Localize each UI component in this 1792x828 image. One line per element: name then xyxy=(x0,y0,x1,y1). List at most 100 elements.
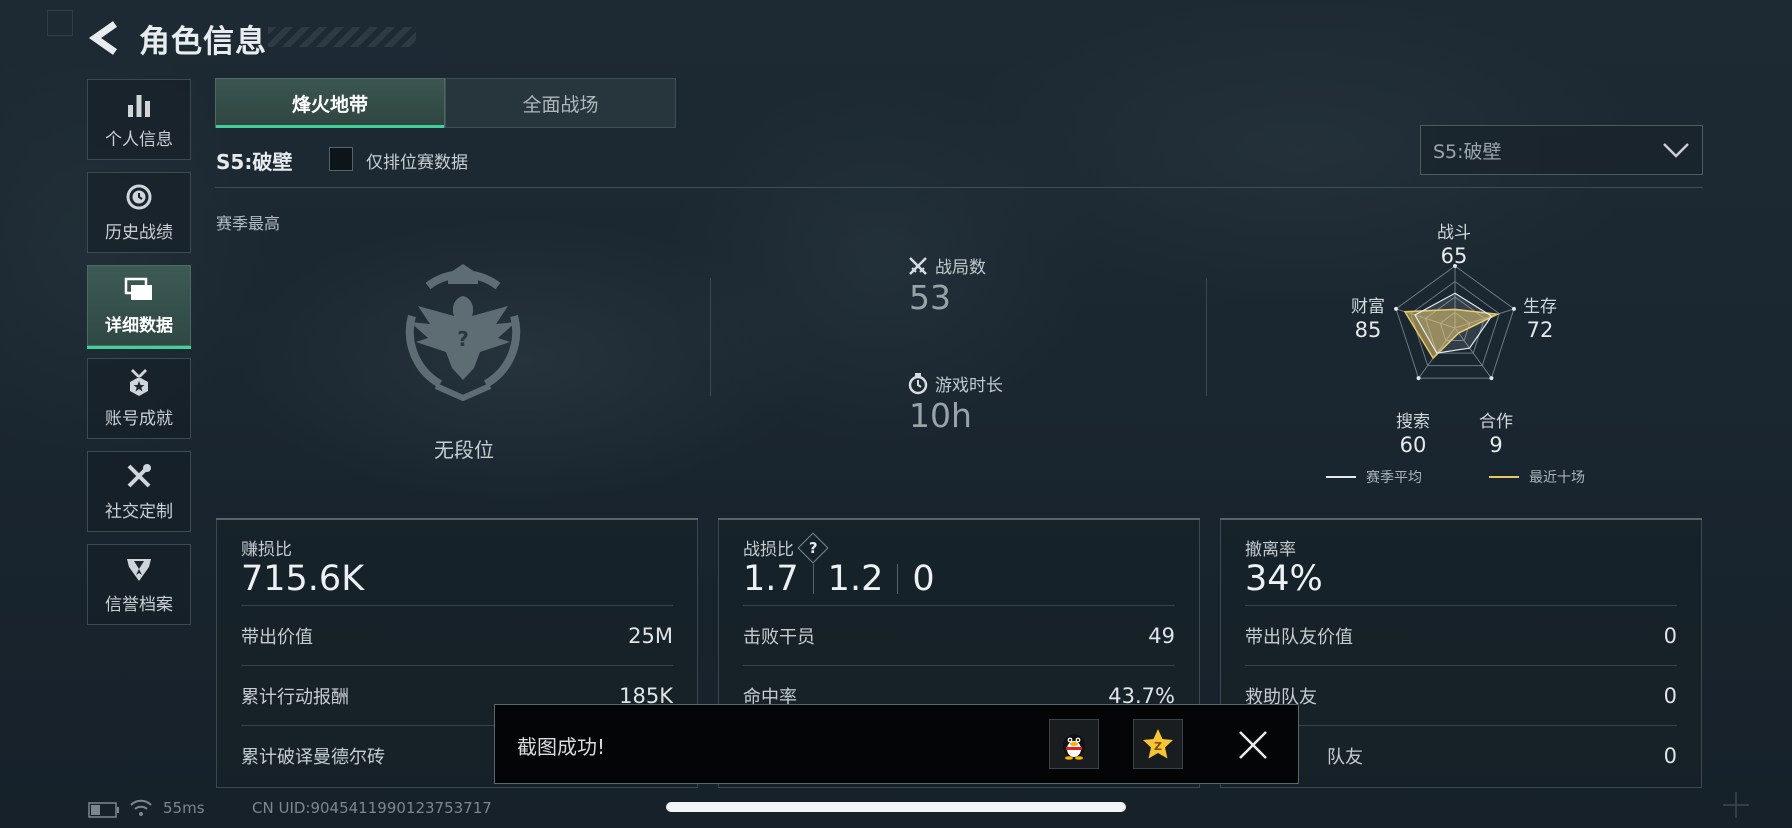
stat-row-value: 25M xyxy=(628,624,673,648)
uid-text: CN UID:9045411990123753717 xyxy=(252,799,492,817)
corner-frame xyxy=(47,10,73,36)
season-select[interactable]: S5:破壁 xyxy=(1420,125,1703,175)
sidebar-item-detailed-data[interactable]: 详细数据 xyxy=(87,265,191,349)
sidebar-item-label: 详细数据 xyxy=(105,316,173,336)
radar-axis-label: 生存 xyxy=(1523,297,1557,317)
qzone-star-icon: Z xyxy=(1143,729,1173,759)
battery-icon xyxy=(88,802,119,818)
shield-badge-icon xyxy=(124,554,154,584)
legend-label-recent-ten: 最近十场 xyxy=(1529,470,1585,486)
title-decoration xyxy=(268,27,416,47)
ranked-only-checkbox[interactable] xyxy=(329,147,353,171)
divider xyxy=(812,564,814,594)
card-title: 撤离率 xyxy=(1245,540,1296,560)
tab-label: 烽火地带 xyxy=(291,93,368,116)
radar-axis-value: 60 xyxy=(1399,433,1427,457)
legend-swatch-recent-ten xyxy=(1489,476,1519,478)
matches-label: 战局数 xyxy=(935,258,986,278)
stat-row-value: 49 xyxy=(1148,624,1175,648)
sidebar-item-achievements[interactable]: 账号成就 xyxy=(87,358,191,439)
ranked-only-label[interactable]: 仅排位赛数据 xyxy=(366,148,468,173)
playtime-value: 10h xyxy=(909,396,972,435)
stat-row-label: 带出价值 xyxy=(241,627,313,648)
kd-value: 1.7 xyxy=(743,559,799,599)
chevron-down-icon xyxy=(1663,143,1689,158)
sidebar-item-social[interactable]: 社交定制 xyxy=(87,451,191,532)
radar-axis-dot xyxy=(1489,376,1494,381)
playtime-label-row: 游戏时长 xyxy=(908,371,1003,396)
sidebar-item-label: 个人信息 xyxy=(105,130,173,150)
share-qq-button[interactable] xyxy=(1049,719,1099,769)
stacked-cards-icon xyxy=(124,275,154,305)
stat-row: 击败干员 49 xyxy=(743,605,1175,666)
home-indicator[interactable] xyxy=(666,802,1126,812)
stopwatch-icon xyxy=(908,372,928,394)
radar-axis-label: 战斗 xyxy=(1437,223,1471,243)
history-clock-icon xyxy=(124,182,154,212)
sidebar-item-label: 账号成就 xyxy=(105,409,173,429)
kd-value: 1.2 xyxy=(827,559,884,599)
close-button[interactable] xyxy=(1233,725,1273,765)
stat-row-label: 击败干员 xyxy=(743,627,815,648)
rank-emblem-icon: ? xyxy=(388,256,538,406)
radar-axis-value: 65 xyxy=(1440,244,1468,268)
medal-icon xyxy=(124,368,154,398)
tab-all-out-warfare[interactable]: 全面战场 xyxy=(445,78,676,128)
wifi-icon xyxy=(130,799,152,816)
page-title: 角色信息 xyxy=(139,24,267,60)
sidebar-item-label: 历史战绩 xyxy=(105,223,173,243)
radar-axis-value: 9 xyxy=(1489,433,1503,457)
legend-label-season-avg: 赛季平均 xyxy=(1366,470,1422,486)
back-arrow-icon xyxy=(88,21,118,55)
radar-axis-value: 85 xyxy=(1354,318,1382,342)
tools-icon xyxy=(124,461,154,491)
sidebar-item-label: 信誉档案 xyxy=(105,595,173,615)
card-big-value: 34% xyxy=(1245,559,1323,599)
sidebar-item-personal-info[interactable]: 个人信息 xyxy=(87,79,191,160)
share-qzone-button[interactable]: Z xyxy=(1133,719,1183,769)
toast-message: 截图成功! xyxy=(517,735,606,759)
screenshot-toast: 截图成功! Z xyxy=(494,704,1299,784)
divider xyxy=(215,187,1703,188)
season-label: S5:破壁 xyxy=(216,150,293,174)
stat-row-label: 累计破译曼德尔砖 xyxy=(241,747,385,768)
sidebar-item-history[interactable]: 历史战绩 xyxy=(87,172,191,253)
radar-axis-label: 财富 xyxy=(1351,297,1385,317)
radar-axis-label: 搜索 xyxy=(1396,412,1430,432)
tab-label: 全面战场 xyxy=(522,93,599,116)
card-big-value: 715.6K xyxy=(241,559,365,599)
matches-label-row: 战局数 xyxy=(908,253,986,278)
close-icon xyxy=(1239,731,1267,759)
sidebar-item-credit[interactable]: 信誉档案 xyxy=(87,544,191,625)
divider xyxy=(710,278,711,396)
stat-row: 队友 0 xyxy=(1245,725,1677,786)
kd-value: 0 xyxy=(912,559,935,599)
crossed-swords-icon xyxy=(909,256,927,275)
radar-axis-label: 合作 xyxy=(1479,412,1513,432)
card-title: 战损比 xyxy=(743,540,794,560)
ping-value: 55ms xyxy=(163,799,205,817)
qq-penguin-icon xyxy=(1063,734,1085,760)
season-select-value: S5:破壁 xyxy=(1433,140,1502,163)
matches-value: 53 xyxy=(909,278,951,317)
radar-axis-dot xyxy=(1416,376,1421,381)
radar-axis-value: 72 xyxy=(1526,318,1554,342)
back-button[interactable] xyxy=(86,18,122,58)
svg-text:Z: Z xyxy=(1154,740,1162,753)
svg-text:?: ? xyxy=(457,327,469,351)
sidebar-item-label: 社交定制 xyxy=(105,502,173,522)
bar-chart-icon xyxy=(124,89,154,119)
divider xyxy=(897,564,899,594)
stat-row: 带出队友价值 0 xyxy=(1245,605,1677,666)
divider xyxy=(1206,278,1207,396)
tab-hazard-zone[interactable]: 烽火地带 xyxy=(215,78,445,128)
stat-row-label: 带出队友价值 xyxy=(1245,627,1353,648)
card-big-values: 1.7 1.2 0 xyxy=(743,559,935,599)
rank-label: 无段位 xyxy=(434,438,494,462)
section-label: 赛季最高 xyxy=(216,214,281,233)
stat-row-label: 累计行动报酬 xyxy=(241,687,349,708)
legend-swatch-season-avg xyxy=(1326,476,1356,478)
card-title: 赚损比 xyxy=(241,540,292,560)
stat-row-value: 0 xyxy=(1663,684,1677,708)
stat-row: 带出价值 25M xyxy=(241,605,673,666)
